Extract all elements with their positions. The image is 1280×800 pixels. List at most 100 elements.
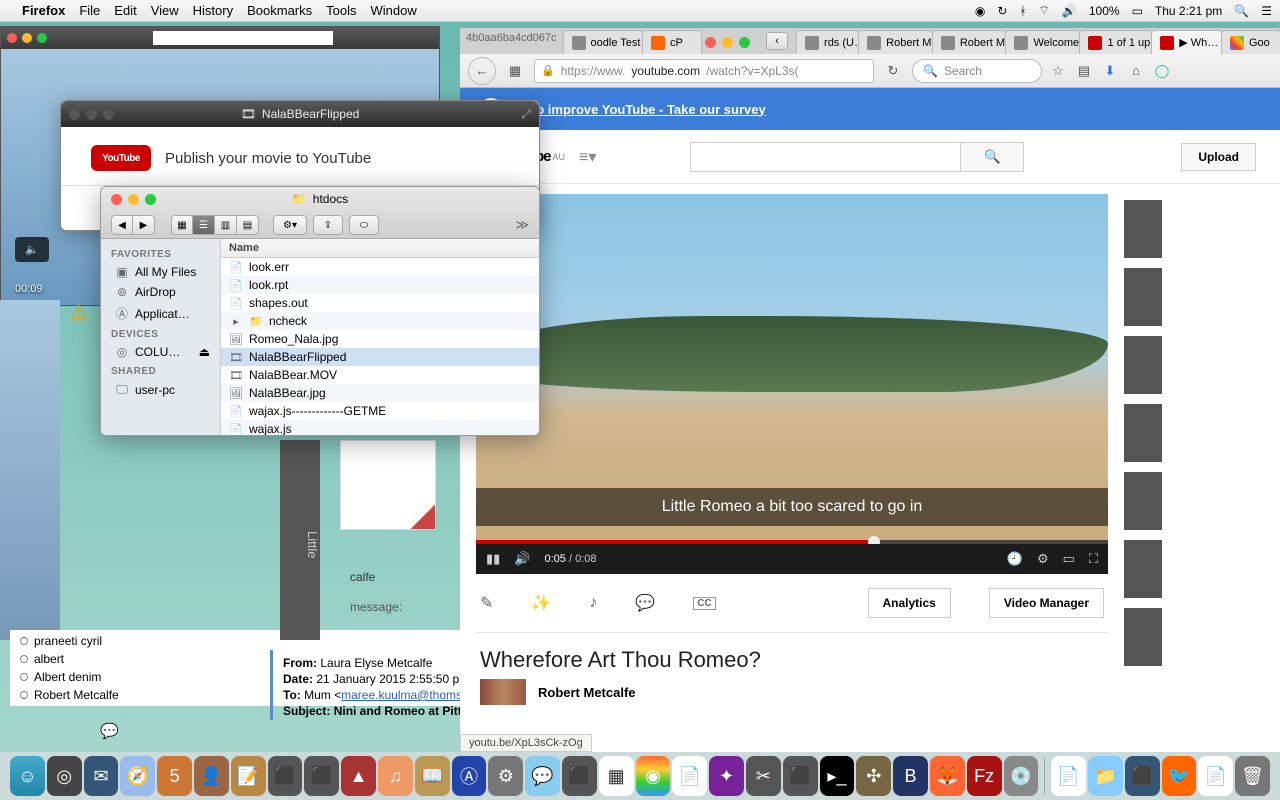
file-row[interactable]: ▸📁ncheck bbox=[221, 312, 539, 330]
file-row[interactable]: 📄wajax.js bbox=[221, 420, 539, 436]
nav-back-forward[interactable]: ◀ ▶ bbox=[111, 215, 155, 235]
tags-button[interactable]: ⬭ bbox=[349, 215, 379, 235]
watch-later-icon[interactable]: 🕘 bbox=[1007, 551, 1023, 567]
dock-contacts-icon[interactable]: 👤 bbox=[194, 756, 229, 796]
dock-chrome-icon[interactable]: ◉ bbox=[636, 756, 671, 796]
dock-trash-icon[interactable]: 🗑 bbox=[1235, 756, 1270, 796]
menu-view[interactable]: View bbox=[151, 3, 179, 18]
history-back-button[interactable]: ‹ bbox=[766, 32, 788, 50]
menu-bookmarks[interactable]: Bookmarks bbox=[247, 3, 312, 18]
dock-app-icon[interactable]: ▲ bbox=[341, 756, 376, 796]
file-row[interactable]: 🖼Romeo_Nala.jpg bbox=[221, 330, 539, 348]
dock-app-icon[interactable]: ⬛ bbox=[562, 756, 597, 796]
dock-app-icon[interactable]: ⬛ bbox=[783, 756, 818, 796]
file-row[interactable]: 📄look.err bbox=[221, 258, 539, 276]
dock-stack-icon[interactable]: 📁 bbox=[1088, 756, 1123, 796]
dock-swift-icon[interactable]: 🐦 bbox=[1162, 756, 1197, 796]
close-icon[interactable] bbox=[111, 194, 122, 205]
upload-button[interactable]: Upload bbox=[1181, 143, 1256, 171]
wifi-icon[interactable]: ⌔ bbox=[1039, 3, 1050, 18]
suggested-thumbnail[interactable] bbox=[1124, 268, 1162, 326]
survey-link[interactable]: Help improve YouTube - Take our survey bbox=[516, 102, 766, 117]
file-row[interactable]: 🎞NalaBBearFlipped bbox=[221, 348, 539, 366]
menu-tools[interactable]: Tools bbox=[326, 3, 356, 18]
search-input[interactable] bbox=[690, 142, 960, 172]
zoom-icon[interactable] bbox=[37, 33, 47, 43]
zoom-icon[interactable] bbox=[145, 194, 156, 205]
search-box[interactable]: 🔍 Search bbox=[912, 59, 1042, 83]
browser-tab[interactable]: 1 of 1 up… bbox=[1079, 30, 1152, 54]
file-row[interactable]: 🖼NalaBBear.jpg bbox=[221, 384, 539, 402]
suggested-thumbnail[interactable] bbox=[1124, 200, 1162, 258]
video-player[interactable]: Little Romeo a bit too scared to go in ▮… bbox=[476, 194, 1108, 574]
menu-edit[interactable]: Edit bbox=[114, 3, 136, 18]
dock-itunes-icon[interactable]: ♫ bbox=[378, 756, 413, 796]
dock-app-icon[interactable]: B bbox=[893, 756, 928, 796]
browser-tab[interactable]: Goo bbox=[1221, 30, 1280, 54]
dock-terminal-icon[interactable]: ▸_ bbox=[820, 756, 855, 796]
icon-view-button[interactable]: ▦ bbox=[171, 215, 193, 235]
dock-safari-icon[interactable]: 🧭 bbox=[120, 756, 155, 796]
fullscreen-icon[interactable]: ⛶ bbox=[1089, 551, 1098, 567]
dock-preferences-icon[interactable]: ⚙ bbox=[488, 756, 523, 796]
zoom-icon[interactable] bbox=[103, 109, 114, 120]
dock-appstore-icon[interactable]: Ⓐ bbox=[452, 756, 487, 796]
dock-app-icon[interactable]: ⬛ bbox=[268, 756, 303, 796]
minimize-icon[interactable] bbox=[128, 194, 139, 205]
view-mode-group[interactable]: ▦ ☰ ▥ ▤ bbox=[171, 215, 259, 235]
enhance-icon[interactable]: ✨ bbox=[531, 593, 551, 613]
coverflow-view-button[interactable]: ▤ bbox=[237, 215, 259, 235]
volume-overlay-icon[interactable]: 🔈 bbox=[15, 237, 49, 262]
back-button[interactable]: ← bbox=[468, 57, 496, 85]
dock-app-icon[interactable]: ✣ bbox=[856, 756, 891, 796]
share-titlebar[interactable]: 🎞 NalaBBearFlipped ⤢ bbox=[61, 101, 539, 127]
share-button[interactable]: ⇪ bbox=[313, 215, 343, 235]
minimize-icon[interactable] bbox=[722, 37, 733, 48]
dock-app-icon[interactable]: ✂ bbox=[746, 756, 781, 796]
dock-stack-icon[interactable]: 📄 bbox=[1051, 756, 1086, 796]
file-row[interactable]: 📄look.rpt bbox=[221, 276, 539, 294]
reader-icon[interactable]: ▤ bbox=[1074, 63, 1094, 79]
dock-mail-icon[interactable]: ✉ bbox=[84, 756, 119, 796]
notification-center-icon[interactable]: ☰ bbox=[1261, 4, 1272, 18]
fullscreen-icon[interactable]: ⤢ bbox=[521, 107, 531, 122]
audio-icon[interactable]: ♪ bbox=[589, 594, 597, 612]
clock[interactable]: Thu 2:21 pm bbox=[1155, 4, 1222, 18]
analytics-button[interactable]: Analytics bbox=[868, 588, 951, 618]
file-row[interactable]: 📄shapes.out bbox=[221, 294, 539, 312]
theater-mode-icon[interactable]: ▭ bbox=[1063, 551, 1075, 567]
zoom-icon[interactable] bbox=[739, 37, 750, 48]
survey-banner[interactable]: ✻ Help improve YouTube - Take our survey bbox=[460, 88, 1280, 130]
dock-ical-icon[interactable]: 5 bbox=[157, 756, 192, 796]
spotlight-icon[interactable]: 🔍 bbox=[1234, 4, 1249, 18]
dock-stack-icon[interactable]: 📄 bbox=[1198, 756, 1233, 796]
dock-filezilla-icon[interactable]: Fz bbox=[967, 756, 1002, 796]
identity-button[interactable]: ▦ bbox=[502, 59, 528, 83]
dock-app-icon[interactable]: 💿 bbox=[1004, 756, 1039, 796]
column-view-button[interactable]: ▥ bbox=[215, 215, 237, 235]
menu-file[interactable]: File bbox=[79, 3, 100, 18]
file-row[interactable]: 📄wajax.js-------------GETME bbox=[221, 402, 539, 420]
suggested-thumbnail[interactable] bbox=[1124, 404, 1162, 462]
channel-name[interactable]: Robert Metcalfe bbox=[538, 685, 636, 700]
menu-window[interactable]: Window bbox=[371, 3, 417, 18]
dock-launchpad-icon[interactable]: ◎ bbox=[47, 756, 82, 796]
battery-percent[interactable]: 100% bbox=[1089, 4, 1120, 18]
dock-messages-icon[interactable]: 💬 bbox=[525, 756, 560, 796]
volume-button[interactable]: 🔊 bbox=[514, 551, 530, 567]
edit-icon[interactable]: ✎ bbox=[480, 593, 493, 613]
addon-icon[interactable]: ◯ bbox=[1152, 63, 1172, 79]
suggested-thumbnail[interactable] bbox=[1124, 540, 1162, 598]
browser-tab[interactable]: Welcome… bbox=[1005, 30, 1080, 54]
battery-icon[interactable]: ▭ bbox=[1132, 4, 1143, 18]
bluetooth-icon[interactable]: ᚼ bbox=[1019, 4, 1026, 18]
dock-ibooks-icon[interactable]: 📖 bbox=[415, 756, 450, 796]
browser-tab[interactable]: oodle Test … bbox=[563, 30, 644, 54]
dock-textedit-icon[interactable]: 📄 bbox=[672, 756, 707, 796]
dock-notes-icon[interactable]: 📝 bbox=[231, 756, 266, 796]
minimize-icon[interactable] bbox=[86, 109, 97, 120]
dock-finder-icon[interactable]: ☺ bbox=[10, 756, 45, 796]
minimize-icon[interactable] bbox=[22, 33, 32, 43]
video-manager-button[interactable]: Video Manager bbox=[989, 588, 1104, 618]
sidebar-item[interactable]: ▣All My Files bbox=[101, 262, 220, 282]
